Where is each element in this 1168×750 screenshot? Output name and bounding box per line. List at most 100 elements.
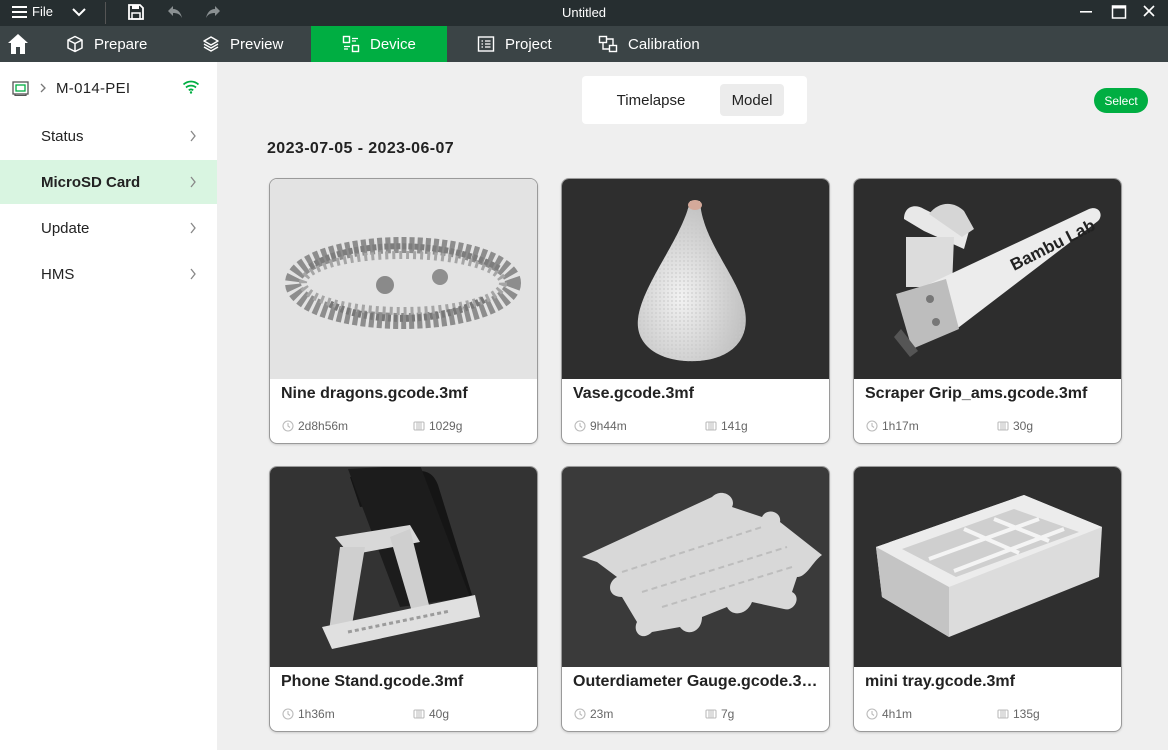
close-icon[interactable] (1142, 3, 1156, 21)
project-icon (477, 36, 495, 52)
print-time-value: 1h17m (882, 419, 919, 433)
tab-preview[interactable]: Preview (202, 26, 312, 62)
file-card[interactable]: mini tray.gcode.3mf 4h1m 135g (853, 466, 1122, 732)
print-time: 1h17m (866, 419, 919, 433)
print-time: 1h36m (282, 707, 335, 721)
file-name: Scraper Grip_ams.gcode.3mf (865, 385, 1088, 402)
dragon-thumbnail (270, 179, 537, 379)
chevron-right-icon (190, 176, 196, 188)
device-selector[interactable]: M-014-PEI (12, 78, 208, 98)
filament-weight-value: 40g (429, 707, 450, 721)
tab-timelapse-label: Timelapse (616, 91, 686, 109)
file-card[interactable]: Bambu Lab Scraper Grip_ams.gcode.3mf 1h1… (853, 178, 1122, 444)
file-name: Phone Stand.gcode.3mf (281, 673, 464, 690)
tab-device-label: Device (370, 35, 416, 53)
tab-preview-label: Preview (230, 35, 284, 53)
layers-icon (203, 36, 219, 52)
filament-weight: 135g (997, 707, 1040, 721)
save-icon[interactable] (127, 3, 145, 21)
redo-icon[interactable] (204, 4, 222, 20)
maximize-icon[interactable] (1111, 3, 1127, 21)
print-time-value: 9h44m (590, 419, 627, 433)
filament-weight: 7g (705, 707, 734, 721)
tab-device[interactable]: Device (311, 26, 447, 62)
file-card[interactable]: Phone Stand.gcode.3mf 1h36m 40g (269, 466, 538, 732)
minimize-icon[interactable] (1079, 3, 1093, 21)
file-card[interactable]: Outerdiameter Gauge.gcode.3mf 23m 7g (561, 466, 830, 732)
sidebar-item-label: Update (41, 219, 90, 237)
tab-prepare-label: Prepare (94, 35, 148, 53)
main-navigation: Prepare Preview Device Project Calibrati… (0, 26, 1168, 62)
print-time: 4h1m (866, 707, 912, 721)
file-name: mini tray.gcode.3mf (865, 673, 1015, 690)
clock-icon (866, 420, 878, 432)
tab-calibration-label: Calibration (628, 35, 700, 53)
undo-icon[interactable] (166, 4, 184, 20)
file-card[interactable]: Vase.gcode.3mf 9h44m 141g (561, 178, 830, 444)
sidebar-item-microsd-card[interactable]: MicroSD Card (0, 160, 217, 204)
print-time: 2d8h56m (282, 419, 348, 433)
filament-weight: 1029g (413, 419, 462, 433)
gauge-thumbnail (562, 467, 829, 667)
print-time: 23m (574, 707, 613, 721)
chevron-right-icon (190, 130, 196, 142)
chevron-down-icon[interactable] (72, 4, 86, 20)
printer-icon (12, 81, 29, 96)
calibration-icon (598, 35, 618, 53)
filament-weight-value: 30g (1013, 419, 1034, 433)
sidebar-item-status[interactable]: Status (0, 114, 217, 158)
menu-icon (12, 5, 27, 18)
print-time-value: 1h36m (298, 707, 335, 721)
tab-model-label: Model (731, 91, 773, 109)
home-icon[interactable] (7, 33, 29, 55)
filament-icon (705, 421, 717, 431)
sidebar-item-label: HMS (41, 265, 75, 283)
file-menu-label: File (32, 4, 53, 19)
tab-calibration[interactable]: Calibration (598, 26, 738, 62)
tab-prepare[interactable]: Prepare (66, 26, 186, 62)
sidebar-item-label: Status (41, 127, 84, 145)
device-sidebar: M-014-PEI Status MicroSD Card Update HMS (0, 62, 217, 750)
phone-stand-thumbnail (270, 467, 537, 667)
print-time-value: 4h1m (882, 707, 913, 721)
print-time: 9h44m (574, 419, 627, 433)
tab-project[interactable]: Project (477, 26, 587, 62)
title-bar-divider (105, 2, 106, 24)
print-time-value: 23m (590, 707, 614, 721)
clock-icon (574, 420, 586, 432)
tab-project-label: Project (505, 35, 552, 53)
sidebar-item-label: MicroSD Card (41, 173, 141, 191)
filament-icon (413, 709, 425, 719)
clock-icon (866, 708, 878, 720)
filament-icon (413, 421, 425, 431)
wifi-icon (182, 80, 200, 94)
file-name: Vase.gcode.3mf (573, 385, 694, 402)
select-button[interactable]: Select (1094, 88, 1148, 113)
chevron-right-icon (190, 222, 196, 234)
vase-thumbnail (562, 179, 829, 379)
file-name: Nine dragons.gcode.3mf (281, 385, 468, 402)
chevron-right-icon (190, 268, 196, 280)
filament-weight-value: 1029g (429, 419, 463, 433)
clock-icon (282, 420, 294, 432)
tab-timelapse[interactable]: Timelapse (600, 84, 702, 116)
chevron-right-icon (40, 83, 46, 93)
sidebar-item-update[interactable]: Update (0, 206, 217, 250)
filament-weight: 40g (413, 707, 449, 721)
view-mode-switcher: Timelapse Model (582, 76, 807, 124)
filament-weight-value: 135g (1013, 707, 1040, 721)
print-time-value: 2d8h56m (298, 419, 349, 433)
file-card[interactable]: Nine dragons.gcode.3mf 2d8h56m 1029g (269, 178, 538, 444)
date-range-heading: 2023-07-05 - 2023-06-07 (267, 140, 455, 157)
sidebar-item-hms[interactable]: HMS (0, 252, 217, 296)
device-icon (342, 35, 360, 53)
file-menu-button[interactable]: File (12, 4, 53, 19)
tab-model[interactable]: Model (720, 84, 784, 116)
clock-icon (574, 708, 586, 720)
filament-weight: 141g (705, 419, 748, 433)
filament-weight-value: 7g (721, 707, 735, 721)
tray-thumbnail (854, 467, 1121, 667)
device-name: M-014-PEI (56, 79, 131, 97)
filament-icon (705, 709, 717, 719)
filament-weight-value: 141g (721, 419, 748, 433)
